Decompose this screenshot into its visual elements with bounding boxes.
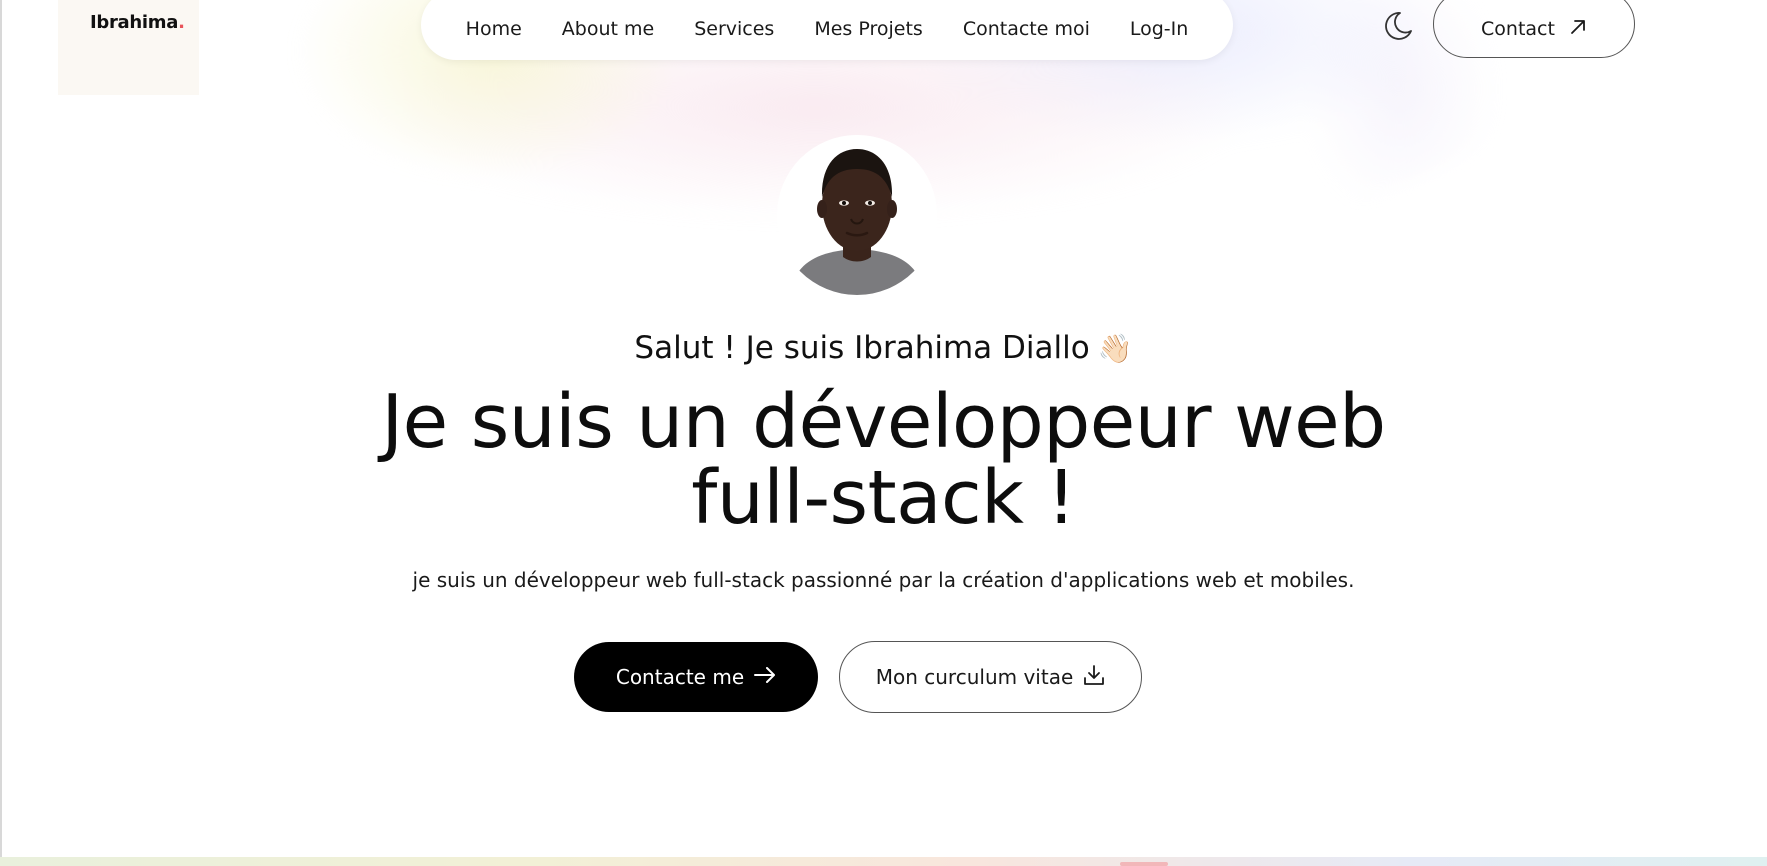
greeting: Salut ! Je suis Ibrahima Diallo 👋🏻 — [0, 330, 1767, 366]
headline-line-2: full-stack ! — [691, 455, 1076, 541]
hero-headline: Je suis un développeur web full-stack ! — [0, 384, 1767, 536]
curriculum-vitae-label: Mon curculum vitae — [875, 665, 1074, 689]
greeting-text: Salut ! Je suis Ibrahima Diallo — [634, 330, 1090, 366]
logo-text: Ibrahima — [90, 12, 179, 33]
hero-subtitle: je suis un développeur web full-stack pa… — [412, 568, 1355, 592]
contact-button[interactable]: Contact — [1433, 0, 1635, 58]
page: Ibrahima. Home About me Services Mes Pro… — [0, 0, 1767, 866]
contact-button-label: Contact — [1481, 18, 1555, 40]
headline-line-1: Je suis un développeur web — [381, 379, 1386, 465]
logo-dot: . — [178, 12, 185, 33]
contacte-me-button[interactable]: Contacte me — [574, 642, 818, 712]
download-icon — [1083, 664, 1105, 690]
arrow-right-icon — [754, 667, 776, 687]
nav-item-home[interactable]: Home — [466, 18, 522, 40]
nav-item-log-in[interactable]: Log-In — [1130, 18, 1188, 40]
waving-hand-icon: 👋🏻 — [1097, 332, 1133, 365]
next-section-edge — [0, 857, 1767, 866]
nav-item-about-me[interactable]: About me — [562, 18, 654, 40]
contacte-me-label: Contacte me — [615, 665, 745, 689]
main-nav: Home About me Services Mes Projets Conta… — [421, 0, 1233, 60]
moon-icon[interactable] — [1381, 9, 1415, 43]
nav-item-contacte-moi[interactable]: Contacte moi — [963, 18, 1090, 40]
logo[interactable]: Ibrahima. — [90, 12, 185, 33]
nav-item-services[interactable]: Services — [694, 18, 774, 40]
curriculum-vitae-button[interactable]: Mon curculum vitae — [839, 641, 1142, 713]
avatar — [777, 135, 937, 295]
arrow-up-right-icon — [1569, 18, 1587, 40]
nav-item-mes-projets[interactable]: Mes Projets — [814, 18, 922, 40]
next-section-accent — [1120, 862, 1168, 866]
